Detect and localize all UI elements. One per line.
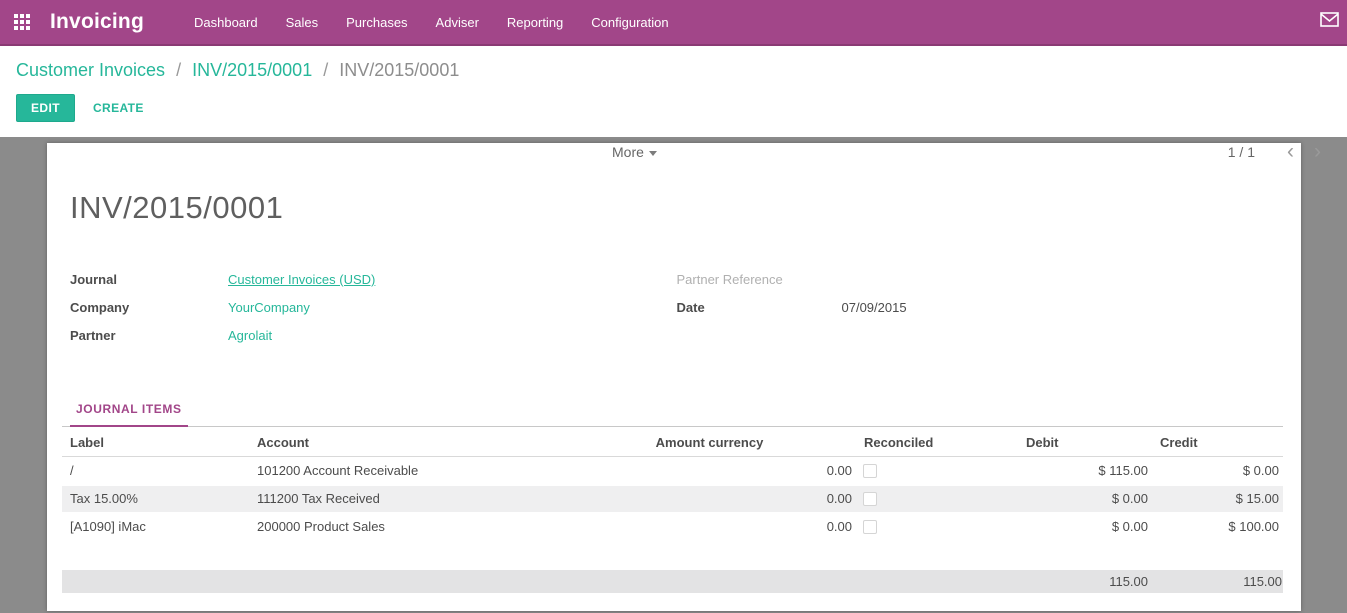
journal-items-table: Label Account Amount currency Reconciled… xyxy=(62,427,1283,542)
cell-credit: $ 0.00 xyxy=(1152,457,1283,485)
cell-reconciled xyxy=(856,513,1018,541)
company-field-value[interactable]: YourCompany xyxy=(228,300,310,317)
breadcrumb-current: INV/2015/0001 xyxy=(339,60,459,80)
reconciled-checkbox[interactable] xyxy=(863,492,877,506)
pager: 1 / 1 ‹ › xyxy=(1228,143,1331,161)
cell-credit: $ 15.00 xyxy=(1152,485,1283,513)
date-field-value: 07/09/2015 xyxy=(842,300,907,317)
table-header-row: Label Account Amount currency Reconciled… xyxy=(62,427,1283,457)
cell-account: 101200 Account Receivable xyxy=(249,457,559,485)
column-header-account[interactable]: Account xyxy=(249,427,559,457)
field-row-company: Company YourCompany xyxy=(70,300,677,317)
nav-menu-item[interactable]: Reporting xyxy=(493,0,577,44)
journal-field-value[interactable]: Customer Invoices (USD) xyxy=(228,272,375,289)
chevron-down-icon xyxy=(649,151,657,156)
breadcrumb-link-customer-invoices[interactable]: Customer Invoices xyxy=(16,60,165,80)
cell-account: 111200 Tax Received xyxy=(249,485,559,513)
nav-menu-item[interactable]: Dashboard xyxy=(180,0,272,44)
cell-debit: $ 115.00 xyxy=(1018,457,1152,485)
cell-label: [A1090] iMac xyxy=(62,513,249,541)
cell-reconciled xyxy=(856,457,1018,485)
nav-menu-item[interactable]: Configuration xyxy=(577,0,682,44)
field-row-partner-reference: Partner Reference xyxy=(677,272,1284,289)
breadcrumb-separator: / xyxy=(317,60,334,80)
cell-account: 200000 Product Sales xyxy=(249,513,559,541)
breadcrumb-link-invoice[interactable]: INV/2015/0001 xyxy=(192,60,312,80)
column-header-debit[interactable]: Debit xyxy=(1018,427,1152,457)
column-header-amount-currency[interactable]: Amount currency xyxy=(559,427,856,457)
cell-amount-currency: 0.00 xyxy=(559,457,856,485)
control-panel: Customer Invoices / INV/2015/0001 / INV/… xyxy=(0,46,1347,137)
cell-label: Tax 15.00% xyxy=(62,485,249,513)
cell-amount-currency: 0.00 xyxy=(559,513,856,541)
cell-label: / xyxy=(62,457,249,485)
pager-previous-icon[interactable]: ‹ xyxy=(1277,143,1304,161)
field-group-right: Partner Reference Date 07/09/2015 xyxy=(677,272,1284,356)
nav-menu-item[interactable]: Sales xyxy=(272,0,333,44)
more-dropdown[interactable]: More xyxy=(612,144,657,160)
table-row[interactable]: [A1090] iMac 200000 Product Sales 0.00 $… xyxy=(62,513,1283,541)
envelope-icon[interactable] xyxy=(1320,12,1339,27)
partner-field-value[interactable]: Agrolait xyxy=(228,328,272,345)
company-field-label: Company xyxy=(70,300,228,317)
tab-bar: JOURNAL ITEMS xyxy=(62,398,1283,427)
notebook: JOURNAL ITEMS Label Account Amount curre… xyxy=(62,398,1283,593)
table-row[interactable]: Tax 15.00% 111200 Tax Received 0.00 $ 0.… xyxy=(62,485,1283,513)
tab-journal-items[interactable]: JOURNAL ITEMS xyxy=(70,398,188,427)
top-navbar: Invoicing Dashboard Sales Purchases Advi… xyxy=(0,0,1347,46)
app-brand[interactable]: Invoicing xyxy=(50,10,144,34)
invoice-sheet: INV/2015/0001 Journal Customer Invoices … xyxy=(47,143,1301,611)
column-header-reconciled[interactable]: Reconciled xyxy=(856,427,1018,457)
field-row-date: Date 07/09/2015 xyxy=(677,300,1284,317)
cell-reconciled xyxy=(856,485,1018,513)
apps-grid-icon[interactable] xyxy=(14,14,30,30)
content-background: INV/2015/0001 Journal Customer Invoices … xyxy=(0,137,1347,611)
total-credit: 115.00 xyxy=(1152,574,1283,589)
date-field-label: Date xyxy=(677,300,842,317)
cell-debit: $ 0.00 xyxy=(1018,485,1152,513)
field-row-partner: Partner Agrolait xyxy=(70,328,677,345)
nav-menu-item[interactable]: Adviser xyxy=(422,0,493,44)
breadcrumb-separator: / xyxy=(170,60,187,80)
partner-reference-field-label: Partner Reference xyxy=(677,272,842,289)
pager-count: 1 / 1 xyxy=(1228,144,1255,160)
cell-amount-currency: 0.00 xyxy=(559,485,856,513)
nav-menu-item[interactable]: Purchases xyxy=(332,0,421,44)
invoice-title: INV/2015/0001 xyxy=(62,190,1283,226)
totals-bar: 115.00 115.00 xyxy=(62,570,1283,593)
partner-field-label: Partner xyxy=(70,328,228,345)
create-button[interactable]: CREATE xyxy=(93,101,144,115)
edit-button[interactable]: EDIT xyxy=(16,94,75,122)
nav-menu: Dashboard Sales Purchases Adviser Report… xyxy=(180,0,683,44)
cell-debit: $ 0.00 xyxy=(1018,513,1152,541)
reconciled-checkbox[interactable] xyxy=(863,464,877,478)
more-dropdown-label: More xyxy=(612,144,644,160)
pager-next-icon[interactable]: › xyxy=(1304,143,1331,161)
total-debit: 115.00 xyxy=(1018,574,1152,589)
breadcrumb: Customer Invoices / INV/2015/0001 / INV/… xyxy=(16,46,1331,81)
column-header-credit[interactable]: Credit xyxy=(1152,427,1283,457)
cell-credit: $ 100.00 xyxy=(1152,513,1283,541)
field-groups: Journal Customer Invoices (USD) Company … xyxy=(62,272,1283,356)
table-row[interactable]: / 101200 Account Receivable 0.00 $ 115.0… xyxy=(62,457,1283,485)
reconciled-checkbox[interactable] xyxy=(863,520,877,534)
journal-field-label: Journal xyxy=(70,272,228,289)
field-row-journal: Journal Customer Invoices (USD) xyxy=(70,272,677,289)
column-header-label[interactable]: Label xyxy=(62,427,249,457)
field-group-left: Journal Customer Invoices (USD) Company … xyxy=(70,272,677,356)
